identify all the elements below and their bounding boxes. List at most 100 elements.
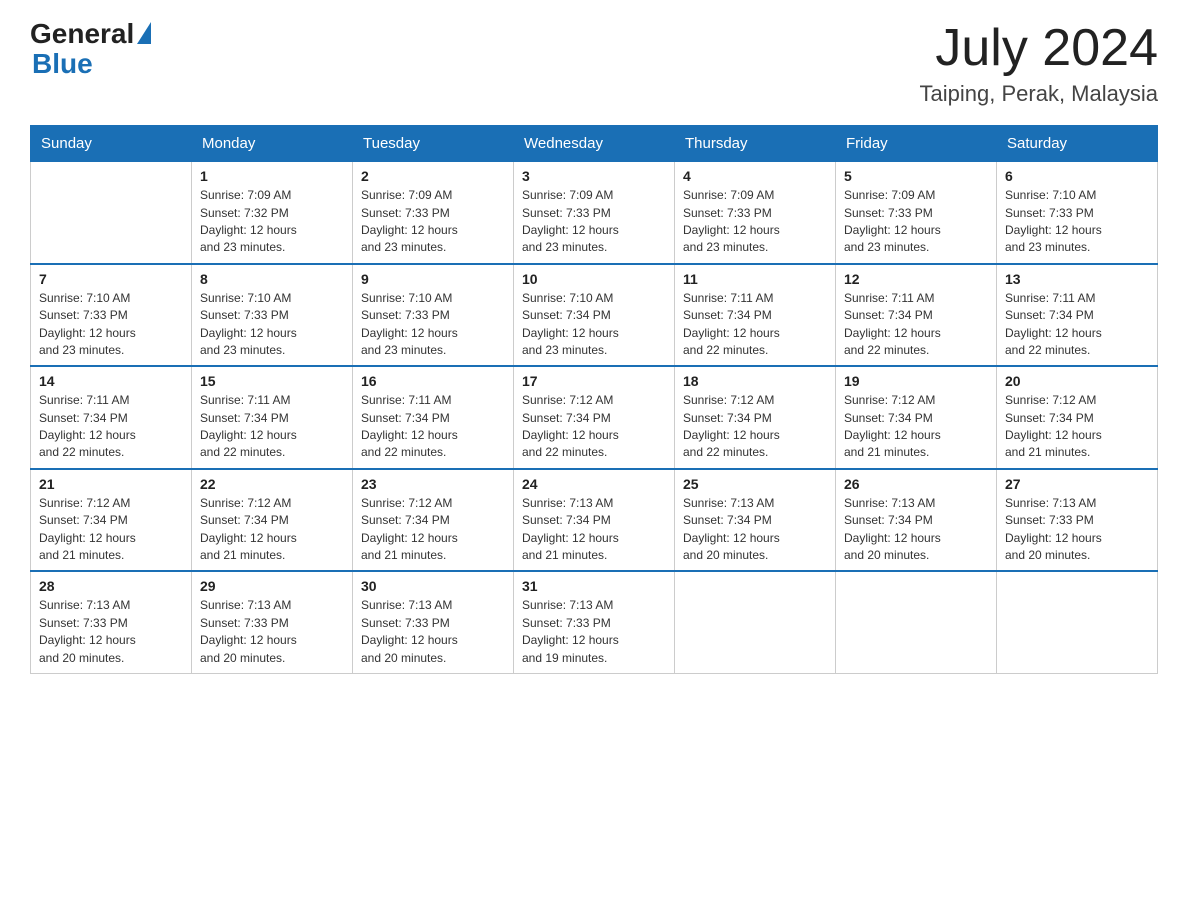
day-info: Sunrise: 7:09 AMSunset: 7:32 PMDaylight:…: [200, 187, 344, 257]
day-info: Sunrise: 7:11 AMSunset: 7:34 PMDaylight:…: [1005, 290, 1149, 360]
logo-blue-text: Blue: [32, 48, 93, 80]
calendar-cell: 29 Sunrise: 7:13 AMSunset: 7:33 PMDayligh…: [192, 571, 353, 673]
day-number: 7: [39, 271, 183, 287]
calendar-header-monday: Monday: [192, 126, 353, 161]
calendar-header-friday: Friday: [836, 126, 997, 161]
calendar-cell: 22 Sunrise: 7:12 AMSunset: 7:34 PMDayligh…: [192, 469, 353, 572]
day-number: 9: [361, 271, 505, 287]
calendar-cell: 14 Sunrise: 7:11 AMSunset: 7:34 PMDayligh…: [31, 366, 192, 469]
day-info: Sunrise: 7:12 AMSunset: 7:34 PMDaylight:…: [39, 495, 183, 565]
calendar-header-tuesday: Tuesday: [353, 126, 514, 161]
calendar-header-row: SundayMondayTuesdayWednesdayThursdayFrid…: [31, 126, 1158, 161]
day-number: 26: [844, 476, 988, 492]
day-number: 21: [39, 476, 183, 492]
calendar-header-wednesday: Wednesday: [514, 126, 675, 161]
day-number: 10: [522, 271, 666, 287]
day-info: Sunrise: 7:10 AMSunset: 7:33 PMDaylight:…: [39, 290, 183, 360]
calendar-cell: 17Sunrise: 7:12 AMSunset: 7:34 PMDayligh…: [514, 366, 675, 469]
day-number: 29: [200, 578, 344, 594]
calendar-cell: 13Sunrise: 7:11 AMSunset: 7:34 PMDayligh…: [997, 264, 1158, 367]
calendar-cell: 8 Sunrise: 7:10 AMSunset: 7:33 PMDaylight…: [192, 264, 353, 367]
calendar-cell: 31 Sunrise: 7:13 AMSunset: 7:33 PMDayligh…: [514, 571, 675, 673]
calendar-cell: [836, 571, 997, 673]
calendar-cell: 9 Sunrise: 7:10 AMSunset: 7:33 PMDaylight…: [353, 264, 514, 367]
day-number: 5: [844, 168, 988, 184]
day-number: 27: [1005, 476, 1149, 492]
day-info: Sunrise: 7:13 AMSunset: 7:33 PMDaylight:…: [361, 597, 505, 667]
month-year-title: July 2024: [920, 20, 1158, 77]
calendar-header-saturday: Saturday: [997, 126, 1158, 161]
calendar-week-row: 28 Sunrise: 7:13 AMSunset: 7:33 PMDayligh…: [31, 571, 1158, 673]
calendar-header-thursday: Thursday: [675, 126, 836, 161]
calendar-week-row: 21 Sunrise: 7:12 AMSunset: 7:34 PMDayligh…: [31, 469, 1158, 572]
day-number: 12: [844, 271, 988, 287]
day-number: 8: [200, 271, 344, 287]
day-info: Sunrise: 7:12 AMSunset: 7:34 PMDaylight:…: [200, 495, 344, 565]
logo: General Blue: [30, 20, 151, 80]
calendar-cell: 20Sunrise: 7:12 AMSunset: 7:34 PMDayligh…: [997, 366, 1158, 469]
calendar-week-row: 1 Sunrise: 7:09 AMSunset: 7:32 PMDaylight…: [31, 161, 1158, 264]
calendar-cell: 16 Sunrise: 7:11 AMSunset: 7:34 PMDayligh…: [353, 366, 514, 469]
calendar-cell: [997, 571, 1158, 673]
day-info: Sunrise: 7:10 AMSunset: 7:33 PMDaylight:…: [200, 290, 344, 360]
day-number: 1: [200, 168, 344, 184]
day-number: 2: [361, 168, 505, 184]
logo-general-text: General: [30, 20, 134, 48]
day-info: Sunrise: 7:12 AMSunset: 7:34 PMDaylight:…: [361, 495, 505, 565]
calendar-cell: 25 Sunrise: 7:13 AMSunset: 7:34 PMDayligh…: [675, 469, 836, 572]
calendar-cell: 11 Sunrise: 7:11 AMSunset: 7:34 PMDayligh…: [675, 264, 836, 367]
calendar-cell: 5 Sunrise: 7:09 AMSunset: 7:33 PMDaylight…: [836, 161, 997, 264]
day-info: Sunrise: 7:11 AMSunset: 7:34 PMDaylight:…: [200, 392, 344, 462]
day-info: Sunrise: 7:13 AMSunset: 7:33 PMDaylight:…: [522, 597, 666, 667]
calendar-cell: 10Sunrise: 7:10 AMSunset: 7:34 PMDayligh…: [514, 264, 675, 367]
day-number: 25: [683, 476, 827, 492]
calendar-cell: 2 Sunrise: 7:09 AMSunset: 7:33 PMDaylight…: [353, 161, 514, 264]
calendar-cell: 19Sunrise: 7:12 AMSunset: 7:34 PMDayligh…: [836, 366, 997, 469]
day-number: 28: [39, 578, 183, 594]
day-info: Sunrise: 7:09 AMSunset: 7:33 PMDaylight:…: [522, 187, 666, 257]
calendar-header-sunday: Sunday: [31, 126, 192, 161]
day-number: 16: [361, 373, 505, 389]
calendar-week-row: 7 Sunrise: 7:10 AMSunset: 7:33 PMDaylight…: [31, 264, 1158, 367]
page-header: General Blue July 2024 Taiping, Perak, M…: [30, 20, 1158, 107]
calendar-cell: 3 Sunrise: 7:09 AMSunset: 7:33 PMDaylight…: [514, 161, 675, 264]
day-info: Sunrise: 7:11 AMSunset: 7:34 PMDaylight:…: [361, 392, 505, 462]
day-info: Sunrise: 7:09 AMSunset: 7:33 PMDaylight:…: [683, 187, 827, 257]
day-number: 6: [1005, 168, 1149, 184]
calendar-cell: 24 Sunrise: 7:13 AMSunset: 7:34 PMDayligh…: [514, 469, 675, 572]
calendar-cell: 21 Sunrise: 7:12 AMSunset: 7:34 PMDayligh…: [31, 469, 192, 572]
calendar-cell: 23Sunrise: 7:12 AMSunset: 7:34 PMDayligh…: [353, 469, 514, 572]
day-info: Sunrise: 7:13 AMSunset: 7:34 PMDaylight:…: [683, 495, 827, 565]
day-info: Sunrise: 7:11 AMSunset: 7:34 PMDaylight:…: [683, 290, 827, 360]
day-info: Sunrise: 7:13 AMSunset: 7:34 PMDaylight:…: [522, 495, 666, 565]
calendar-table: SundayMondayTuesdayWednesdayThursdayFrid…: [30, 125, 1158, 674]
day-info: Sunrise: 7:13 AMSunset: 7:33 PMDaylight:…: [200, 597, 344, 667]
day-info: Sunrise: 7:10 AMSunset: 7:33 PMDaylight:…: [361, 290, 505, 360]
day-number: 18: [683, 373, 827, 389]
day-info: Sunrise: 7:09 AMSunset: 7:33 PMDaylight:…: [361, 187, 505, 257]
title-block: July 2024 Taiping, Perak, Malaysia: [920, 20, 1158, 107]
day-info: Sunrise: 7:10 AMSunset: 7:33 PMDaylight:…: [1005, 187, 1149, 257]
day-info: Sunrise: 7:12 AMSunset: 7:34 PMDaylight:…: [844, 392, 988, 462]
day-number: 22: [200, 476, 344, 492]
day-number: 31: [522, 578, 666, 594]
calendar-cell: 15 Sunrise: 7:11 AMSunset: 7:34 PMDayligh…: [192, 366, 353, 469]
day-number: 15: [200, 373, 344, 389]
day-info: Sunrise: 7:12 AMSunset: 7:34 PMDaylight:…: [522, 392, 666, 462]
logo-triangle-icon: [137, 22, 151, 44]
calendar-cell: 27 Sunrise: 7:13 AMSunset: 7:33 PMDayligh…: [997, 469, 1158, 572]
day-number: 3: [522, 168, 666, 184]
day-info: Sunrise: 7:13 AMSunset: 7:33 PMDaylight:…: [1005, 495, 1149, 565]
calendar-cell: 18Sunrise: 7:12 AMSunset: 7:34 PMDayligh…: [675, 366, 836, 469]
day-number: 11: [683, 271, 827, 287]
calendar-cell: 1 Sunrise: 7:09 AMSunset: 7:32 PMDaylight…: [192, 161, 353, 264]
day-number: 14: [39, 373, 183, 389]
calendar-cell: 28Sunrise: 7:13 AMSunset: 7:33 PMDayligh…: [31, 571, 192, 673]
day-number: 30: [361, 578, 505, 594]
day-info: Sunrise: 7:13 AMSunset: 7:34 PMDaylight:…: [844, 495, 988, 565]
day-info: Sunrise: 7:11 AMSunset: 7:34 PMDaylight:…: [39, 392, 183, 462]
day-number: 4: [683, 168, 827, 184]
day-number: 24: [522, 476, 666, 492]
day-info: Sunrise: 7:11 AMSunset: 7:34 PMDaylight:…: [844, 290, 988, 360]
day-info: Sunrise: 7:09 AMSunset: 7:33 PMDaylight:…: [844, 187, 988, 257]
